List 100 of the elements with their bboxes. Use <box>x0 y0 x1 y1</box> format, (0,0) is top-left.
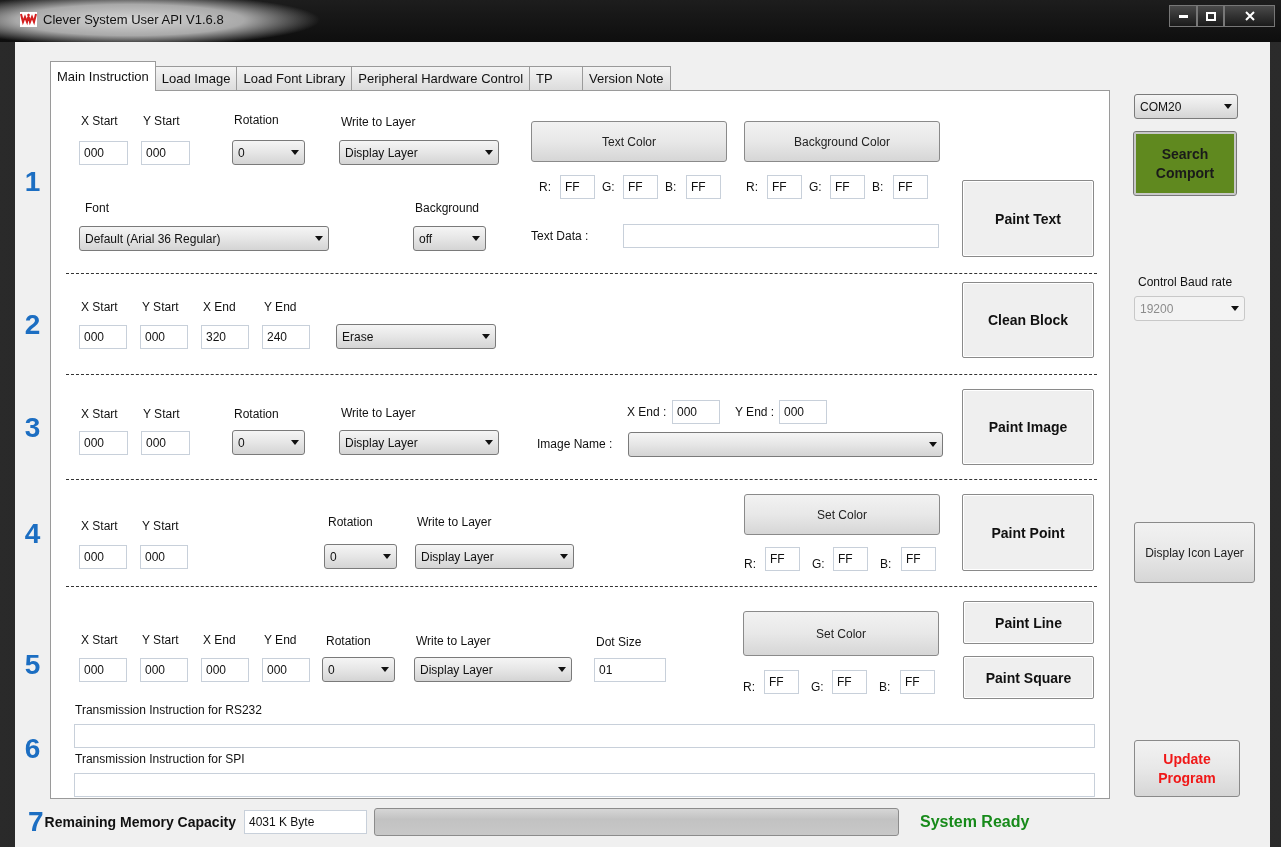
caret-icon <box>315 236 323 241</box>
input-field[interactable]: 000 <box>140 658 188 682</box>
input-field[interactable]: 000 <box>141 431 190 455</box>
update-program-button[interactable]: Update Program <box>1134 740 1240 797</box>
clean-block-button[interactable]: Clean Block <box>962 282 1094 358</box>
input-field[interactable] <box>623 224 939 248</box>
caret-icon <box>558 667 566 672</box>
close-button[interactable] <box>1224 5 1275 27</box>
logo-icon <box>20 11 37 27</box>
field-label: Transmission Instruction for SPI <box>74 752 246 767</box>
paint-button[interactable]: Paint Image <box>962 389 1094 465</box>
dropdown[interactable]: 0 <box>232 140 305 165</box>
caret-icon <box>1224 104 1232 109</box>
dropdown[interactable]: Display Layer <box>414 657 572 682</box>
field-label: Image Name : <box>537 437 614 452</box>
input-field[interactable]: FF <box>686 175 721 199</box>
color-button[interactable]: Text Color <box>531 121 727 162</box>
input-field[interactable]: 000 <box>141 141 190 165</box>
field-label: Y End <box>263 633 298 648</box>
input-field[interactable]: 000 <box>779 400 827 424</box>
input-field[interactable]: FF <box>900 670 935 694</box>
field-label: X Start <box>80 300 119 315</box>
color-button[interactable]: Set Color <box>744 494 940 535</box>
tab[interactable]: Main Instruction <box>50 61 156 91</box>
input-field[interactable] <box>74 724 1095 748</box>
dropdown[interactable]: Display Layer <box>339 430 499 455</box>
field-label: Y Start <box>141 519 180 534</box>
dropdown[interactable]: Display Layer <box>339 140 499 165</box>
field-label: Transmission Instruction for RS232 <box>74 703 263 718</box>
field-label: Write to Layer <box>415 634 492 649</box>
paint-button[interactable]: Paint Point <box>962 494 1094 571</box>
field-label: Background <box>414 201 481 216</box>
paint-button[interactable]: Paint Line <box>963 601 1094 644</box>
input-field[interactable]: 01 <box>594 658 666 682</box>
caret-icon <box>485 440 493 445</box>
channel-label: G: <box>811 680 825 694</box>
input-field[interactable] <box>74 773 1095 797</box>
search-comport-button[interactable]: Search Comport <box>1134 132 1236 195</box>
input-field[interactable]: FF <box>833 547 868 571</box>
field-label: X End <box>202 633 237 648</box>
input-field[interactable]: FF <box>893 175 928 199</box>
caret-icon <box>485 150 493 155</box>
color-button[interactable]: Background Color <box>744 121 940 162</box>
minimize-button[interactable] <box>1169 5 1197 27</box>
memory-field[interactable]: 4031 K Byte <box>243 810 367 834</box>
input-field[interactable]: 000 <box>140 325 188 349</box>
memory-label: Remaining Memory Capacity <box>44 814 236 830</box>
field-label: Y Start <box>142 114 181 129</box>
dropdown[interactable]: 0 <box>324 544 397 569</box>
maximize-button[interactable] <box>1197 5 1224 27</box>
caret-icon <box>383 554 391 559</box>
section-number: 7 <box>28 806 44 838</box>
channel-label: R: <box>539 180 552 194</box>
dropdown[interactable]: off <box>413 226 486 251</box>
tab[interactable]: TP <box>529 66 584 90</box>
dropdown[interactable]: Erase <box>336 324 496 349</box>
dropdown[interactable]: Display Layer <box>415 544 574 569</box>
input-field[interactable]: FF <box>623 175 658 199</box>
input-field[interactable]: 000 <box>79 141 128 165</box>
field-label: Text Data : <box>531 228 590 244</box>
color-button[interactable]: Set Color <box>743 611 939 656</box>
tab[interactable]: Version Note <box>582 66 671 90</box>
section-number: 5 <box>24 649 41 681</box>
dropdown[interactable]: COM20 <box>1134 94 1238 119</box>
display-icon-layer-button[interactable]: Display Icon Layer <box>1134 522 1255 583</box>
input-field[interactable]: FF <box>830 175 865 199</box>
dropdown[interactable]: 0 <box>232 430 305 455</box>
input-field[interactable]: FF <box>560 175 595 199</box>
input-field[interactable]: FF <box>767 175 802 199</box>
tab[interactable]: Load Font Library <box>236 66 353 90</box>
input-field[interactable]: 000 <box>79 545 127 569</box>
tab[interactable]: Peripheral Hardware Control <box>351 66 531 90</box>
input-field[interactable]: 240 <box>262 325 310 349</box>
paint-button[interactable]: Paint Square <box>963 656 1094 699</box>
section-number: 2 <box>24 308 41 341</box>
input-field[interactable]: 000 <box>79 325 127 349</box>
input-field[interactable]: 320 <box>201 325 249 349</box>
input-field[interactable]: FF <box>765 547 800 571</box>
field-label: X End <box>202 300 237 315</box>
tab[interactable]: Load Image <box>154 66 238 90</box>
input-field[interactable]: 000 <box>201 658 249 682</box>
channel-label: B: <box>879 680 892 694</box>
caret-icon <box>560 554 568 559</box>
dropdown[interactable]: 0 <box>322 657 395 682</box>
field-label: Rotation <box>233 407 280 422</box>
input-field[interactable]: 000 <box>262 658 310 682</box>
channel-label: G: <box>809 180 823 194</box>
caret-icon <box>472 236 480 241</box>
dropdown[interactable] <box>628 432 943 457</box>
input-field[interactable]: FF <box>901 547 936 571</box>
input-field[interactable]: FF <box>764 670 799 694</box>
paint-button[interactable]: Paint Text <box>962 180 1094 257</box>
dropdown[interactable]: Default (Arial 36 Regular) <box>79 226 329 251</box>
field-label: Control Baud rate <box>1137 275 1233 290</box>
input-field[interactable]: 000 <box>140 545 188 569</box>
input-field[interactable]: 000 <box>672 400 720 424</box>
window-title: Clever System User API V1.6.8 <box>43 11 224 27</box>
input-field[interactable]: FF <box>832 670 867 694</box>
input-field[interactable]: 000 <box>79 431 128 455</box>
input-field[interactable]: 000 <box>79 658 127 682</box>
